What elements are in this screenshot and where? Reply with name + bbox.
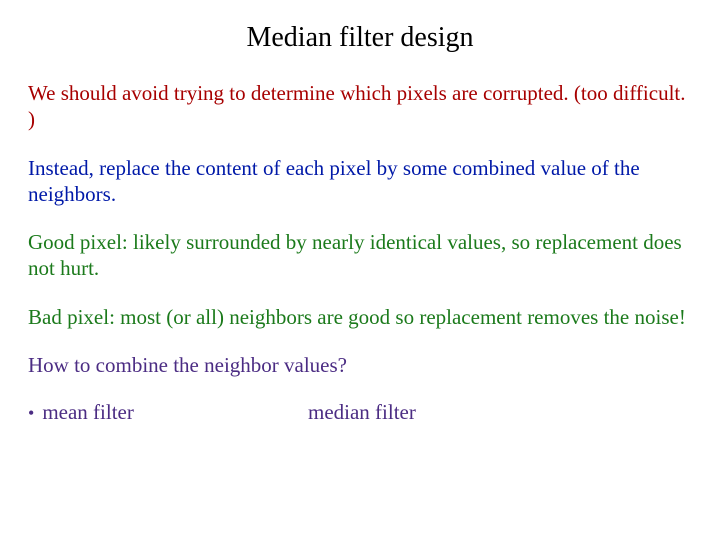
bullet-mean-filter: • mean filter [28, 400, 308, 425]
slide: Median filter design We should avoid try… [0, 0, 720, 540]
paragraph-good-pixel: Good pixel: likely surrounded by nearly … [28, 229, 692, 282]
bullet-row: • mean filter median filter [28, 400, 692, 425]
paragraph-avoid-detection: We should avoid trying to determine whic… [28, 80, 692, 133]
bullet-dot-icon: • [28, 404, 34, 422]
paragraph-bad-pixel: Bad pixel: most (or all) neighbors are g… [28, 304, 692, 330]
bullet-label: mean filter [42, 400, 134, 425]
bullet-label: median filter [308, 400, 416, 425]
bullet-list: • mean filter median filter [28, 400, 692, 425]
bullet-median-filter: median filter [308, 400, 416, 425]
paragraph-replace-strategy: Instead, replace the content of each pix… [28, 155, 692, 208]
paragraph-question: How to combine the neighbor values? [28, 352, 692, 378]
slide-title: Median filter design [28, 22, 692, 54]
